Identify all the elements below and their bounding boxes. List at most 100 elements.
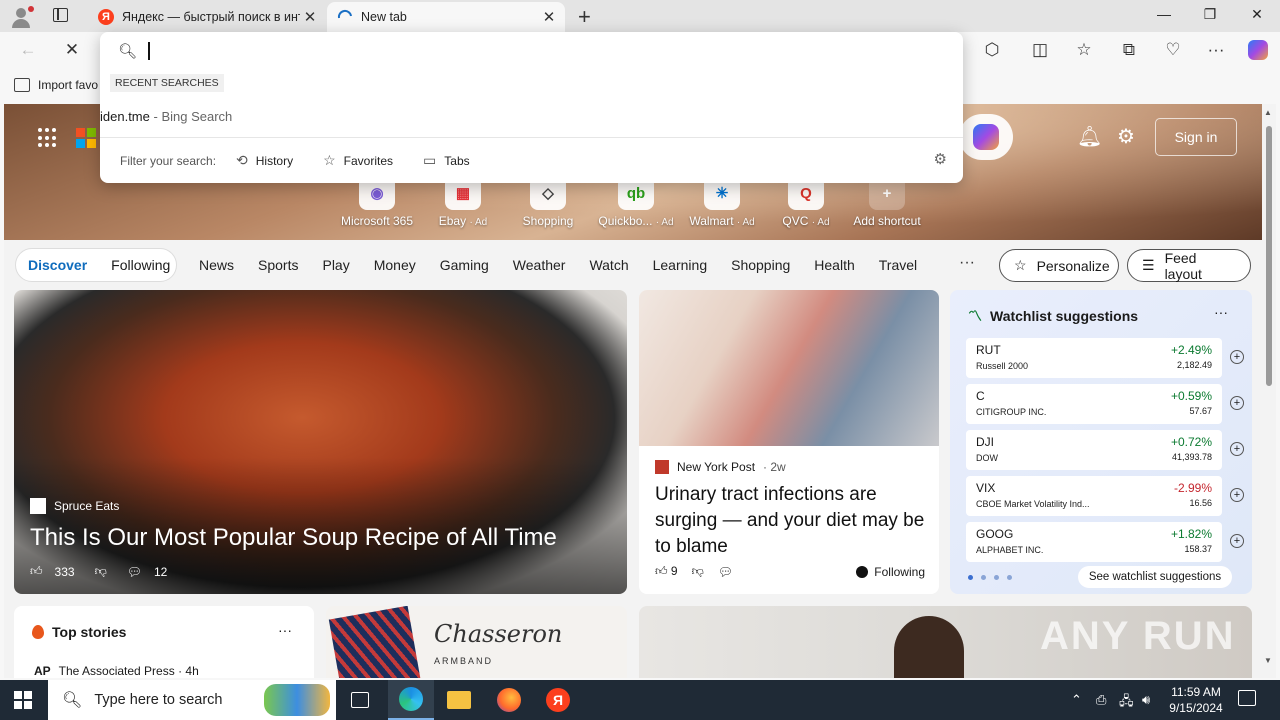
new-tab-button[interactable]: + xyxy=(578,4,591,30)
page-scrollbar[interactable]: ▲ ▼ xyxy=(1262,104,1276,678)
watchlist-row[interactable]: C CITIGROUP INC. +0.59% 57.67 + xyxy=(966,384,1244,424)
close-tab-icon[interactable]: ✕ xyxy=(539,8,559,26)
shortcut-microsoft-365[interactable]: ◉ Microsoft 365 xyxy=(332,176,422,228)
show-hidden-icons[interactable]: ⌃ xyxy=(1071,692,1082,708)
watchlist-row[interactable]: VIX CBOE Market Volatility Ind... -2.99%… xyxy=(966,476,1244,516)
copilot-icon[interactable] xyxy=(1246,40,1270,65)
top-stories-title: Top stories xyxy=(32,624,126,640)
personalize-button[interactable]: ☆ Personalize xyxy=(999,249,1119,282)
close-tab-icon[interactable]: ✕ xyxy=(300,8,320,26)
category-sports[interactable]: Sports xyxy=(258,257,298,273)
story-headline[interactable]: Urinary tract infections are surging — a… xyxy=(655,482,925,560)
category-news[interactable]: News xyxy=(199,257,234,273)
start-button[interactable] xyxy=(14,691,32,709)
shortcut-walmart[interactable]: ✳ Walmart · Ad xyxy=(677,176,767,228)
top-stories-more-icon[interactable]: ··· xyxy=(278,622,292,638)
address-bar-dropdown: 🔍︎ RECENT SEARCHES iden.tme - Bing Searc… xyxy=(100,32,963,183)
close-window-icon[interactable]: ✕ xyxy=(1247,6,1267,23)
profile-icon[interactable] xyxy=(10,6,34,28)
device-icon[interactable]: ⎙ xyxy=(1096,692,1106,708)
shortcut-quickbooks[interactable]: qb Quickbo... · Ad xyxy=(591,176,681,228)
dislike-icon[interactable]: 👎︎ xyxy=(95,564,107,579)
app-launcher-icon[interactable] xyxy=(38,128,58,148)
secondary-story-card[interactable]: New York Post · 2w Urinary tract infecti… xyxy=(639,290,939,594)
more-categories-icon[interactable]: ··· xyxy=(959,254,975,272)
extensions-icon[interactable]: ⬡ xyxy=(980,40,1004,60)
tab-title: Яндекс — быстрый поиск в инт xyxy=(122,10,300,24)
add-to-watchlist-icon[interactable]: + xyxy=(1230,534,1244,548)
like-icon[interactable]: 👍︎ 9 xyxy=(655,564,678,579)
dislike-icon[interactable]: 👎︎ xyxy=(692,564,704,579)
comment-icon[interactable]: 💬︎ xyxy=(127,565,142,579)
restore-icon[interactable]: ❐ xyxy=(1200,6,1220,23)
address-bar-input[interactable] xyxy=(152,38,932,64)
copilot-button[interactable] xyxy=(959,114,1013,160)
category-weather[interactable]: Weather xyxy=(513,257,566,273)
add-to-watchlist-icon[interactable]: + xyxy=(1230,442,1244,456)
watchlist-row[interactable]: RUT Russell 2000 +2.49% 2,182.49 + xyxy=(966,338,1244,378)
watchlist-row[interactable]: DJI DOW +0.72% 41,393.78 + xyxy=(966,430,1244,470)
add-to-watchlist-icon[interactable]: + xyxy=(1230,488,1244,502)
more-menu-icon[interactable]: ··· xyxy=(1204,40,1228,60)
sign-in-button[interactable]: Sign in xyxy=(1155,118,1237,156)
category-health[interactable]: Health xyxy=(814,257,854,273)
main-story-card[interactable]: Spruce Eats This Is Our Most Popular Sou… xyxy=(14,290,627,594)
category-play[interactable]: Play xyxy=(322,257,349,273)
tab-actions-icon[interactable] xyxy=(53,8,68,22)
add-to-watchlist-icon[interactable]: + xyxy=(1230,396,1244,410)
system-clock[interactable]: 11:59 AM 9/15/2024 xyxy=(1166,684,1226,716)
comment-icon[interactable]: 💬︎ xyxy=(718,565,733,579)
tab-new-tab[interactable]: New tab ✕ xyxy=(327,2,565,32)
settings-icon[interactable]: ⚙ xyxy=(1117,124,1135,149)
back-icon[interactable]: ← xyxy=(16,40,40,60)
carousel-dots[interactable] xyxy=(968,575,1012,580)
category-learning[interactable]: Learning xyxy=(653,257,708,273)
feed-layout-button[interactable]: ☰ Feed layout xyxy=(1127,249,1251,282)
ad-card-chasseron[interactable]: Chasseron ARMBAND xyxy=(326,606,627,678)
search-settings-icon[interactable]: ⚙ xyxy=(934,150,947,168)
suggestion-item[interactable]: iden.tme - Bing Search xyxy=(100,102,963,130)
shortcut-shopping[interactable]: ◇ Shopping xyxy=(503,176,593,228)
favorites-icon[interactable]: ☆ xyxy=(1072,40,1096,60)
category-gaming[interactable]: Gaming xyxy=(440,257,489,273)
tab-discover[interactable]: Discover xyxy=(28,257,87,273)
scroll-up-icon[interactable]: ▲ xyxy=(1264,108,1272,117)
filter-tabs-button[interactable]: ▭ Tabs xyxy=(423,152,470,169)
filter-favorites-button[interactable]: ☆ Favorites xyxy=(323,152,393,169)
see-watchlist-button[interactable]: See watchlist suggestions xyxy=(1078,566,1232,588)
minimize-icon[interactable]: — xyxy=(1154,6,1174,22)
taskbar-yandex[interactable]: Я xyxy=(535,680,581,720)
bell-icon[interactable]: 🔔︎ xyxy=(1077,124,1102,149)
taskbar-search[interactable]: 🔍︎ Type here to search xyxy=(48,680,336,720)
following-badge[interactable]: Following xyxy=(856,565,925,579)
import-favorites-button[interactable]: Import favo xyxy=(14,78,98,92)
category-shopping[interactable]: Shopping xyxy=(731,257,790,273)
category-travel[interactable]: Travel xyxy=(879,257,917,273)
tab-yandex[interactable]: Я Яндекс — быстрый поиск в инт ✕ xyxy=(88,2,326,32)
network-icon[interactable]: 🖧︎ xyxy=(1119,692,1134,714)
collections-icon[interactable]: ⧉ xyxy=(1117,40,1141,60)
category-money[interactable]: Money xyxy=(374,257,416,273)
taskbar-file-explorer[interactable] xyxy=(436,680,482,720)
performance-icon[interactable]: ♡ xyxy=(1161,40,1185,60)
scroll-thumb[interactable] xyxy=(1266,126,1272,386)
taskbar-firefox[interactable] xyxy=(486,680,532,720)
shortcut-add[interactable]: + Add shortcut xyxy=(842,176,932,228)
shortcut-qvc[interactable]: Q QVC · Ad xyxy=(761,176,851,228)
notification-icon[interactable] xyxy=(1238,690,1256,706)
watchlist-row[interactable]: GOOG ALPHABET INC. +1.82% 158.37 + xyxy=(966,522,1244,562)
tab-following[interactable]: Following xyxy=(111,257,170,273)
add-to-watchlist-icon[interactable]: + xyxy=(1230,350,1244,364)
story-headline[interactable]: This Is Our Most Popular Soup Recipe of … xyxy=(30,524,557,552)
watchlist-more-icon[interactable]: ··· xyxy=(1214,304,1228,320)
shortcut-ebay[interactable]: ▦ Ebay · Ad xyxy=(418,176,508,228)
taskbar-edge[interactable] xyxy=(388,680,434,720)
split-screen-icon[interactable]: ◫ xyxy=(1028,40,1052,60)
category-watch[interactable]: Watch xyxy=(589,257,628,273)
task-view-button[interactable] xyxy=(337,680,383,720)
volume-icon[interactable]: 🔊︎ xyxy=(1142,692,1150,708)
stop-loading-icon[interactable]: ✕ xyxy=(60,40,84,60)
scroll-down-icon[interactable]: ▼ xyxy=(1264,656,1272,665)
like-icon[interactable]: 👍︎ xyxy=(30,564,43,579)
filter-history-button[interactable]: ⟲ History xyxy=(236,152,293,169)
